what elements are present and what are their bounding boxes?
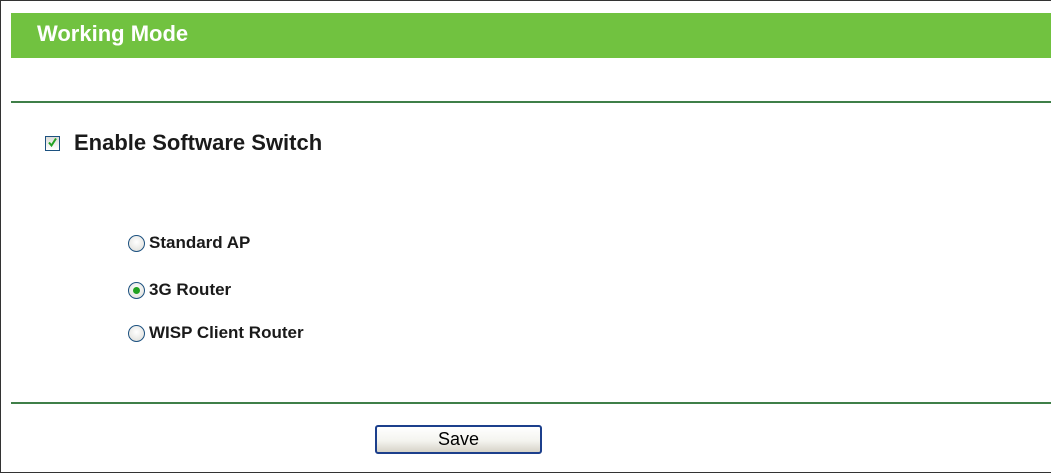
standard-ap-radio[interactable] [128,234,145,252]
page-frame: Working Mode Enable Software Switch Stan… [0,0,1051,473]
radio-dot-icon [133,286,140,294]
standard-ap-label[interactable]: Standard AP [149,233,250,253]
mode-option-standard-ap[interactable]: Standard AP [128,231,250,255]
checkmark-icon [48,137,57,147]
wisp-client-router-radio[interactable] [128,324,145,342]
bottom-divider [11,402,1051,404]
mode-option-wisp-client-router[interactable]: WISP Client Router [128,321,304,345]
top-divider [11,101,1051,103]
save-button[interactable]: Save [375,425,542,454]
software-switch-row: Enable Software Switch [45,128,322,158]
3g-router-radio[interactable] [128,281,145,299]
3g-router-label[interactable]: 3G Router [149,280,231,300]
enable-software-switch-label[interactable]: Enable Software Switch [74,130,322,156]
mode-option-3g-router[interactable]: 3G Router [128,278,231,302]
page-title: Working Mode [37,21,189,46]
enable-software-switch-checkbox[interactable] [45,135,60,151]
wisp-client-router-label[interactable]: WISP Client Router [149,323,304,343]
title-bar: Working Mode [11,13,1051,58]
